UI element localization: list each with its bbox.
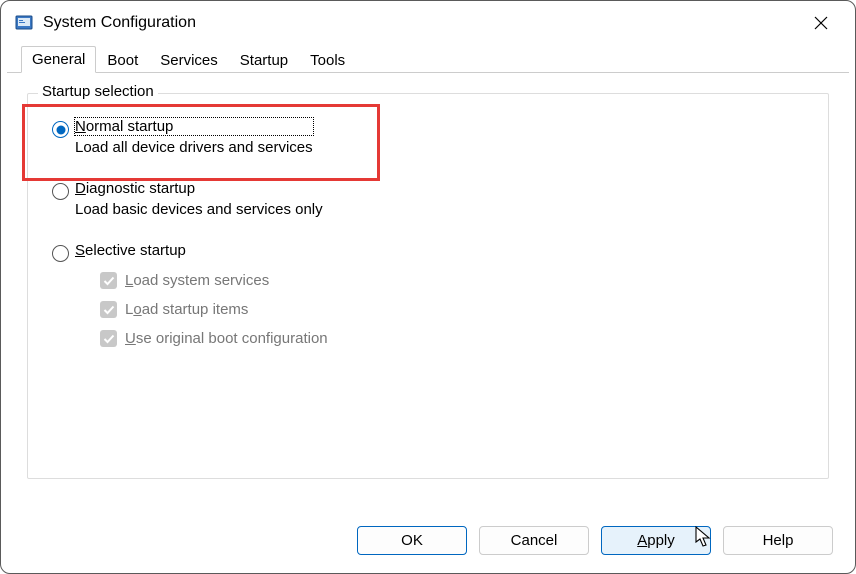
radio-label-diagnostic: Diagnostic startup — [75, 180, 323, 197]
titlebar: System Configuration — [1, 1, 855, 45]
close-button[interactable] — [801, 3, 841, 43]
tab-tools[interactable]: Tools — [299, 47, 356, 73]
startup-selection-group: Startup selection Normal startup Load al… — [27, 93, 829, 479]
checkbox-load-system-services: Load system services — [100, 272, 808, 289]
radio-icon — [52, 183, 69, 200]
close-icon — [814, 16, 828, 30]
radio-label-group: Diagnostic startup Load basic devices an… — [75, 180, 323, 218]
radio-diagnostic-startup[interactable]: Diagnostic startup Load basic devices an… — [48, 180, 808, 218]
tab-boot[interactable]: Boot — [96, 47, 149, 73]
radio-icon — [52, 121, 69, 138]
tab-content: Startup selection Normal startup Load al… — [1, 73, 855, 516]
radio-desc-normal: Load all device drivers and services — [75, 139, 313, 156]
tab-general[interactable]: General — [21, 46, 96, 73]
tab-startup[interactable]: Startup — [229, 47, 299, 73]
tab-services[interactable]: Services — [149, 47, 229, 73]
checkbox-use-original-boot-config: Use original boot configuration — [100, 330, 808, 347]
radio-label-normal: Normal startup — [75, 118, 313, 135]
window-title: System Configuration — [43, 14, 801, 32]
checkbox-icon — [100, 301, 117, 318]
selective-options: Load system services Load startup items … — [100, 272, 808, 347]
app-icon — [15, 14, 33, 32]
radio-icon — [52, 245, 69, 262]
group-label: Startup selection — [38, 83, 158, 100]
radio-label-selective: Selective startup — [75, 242, 186, 259]
checkbox-label: Load startup items — [125, 301, 248, 318]
radio-label-group: Normal startup Load all device drivers a… — [75, 118, 313, 156]
cancel-button[interactable]: Cancel — [479, 526, 589, 555]
ok-button[interactable]: OK — [357, 526, 467, 555]
tab-strip: General Boot Services Startup Tools — [7, 45, 849, 73]
radio-label-group: Selective startup — [75, 242, 186, 259]
checkbox-label: Load system services — [125, 272, 269, 289]
checkbox-icon — [100, 272, 117, 289]
apply-button[interactable]: Apply — [601, 526, 711, 555]
checkbox-load-startup-items: Load startup items — [100, 301, 808, 318]
radio-normal-startup[interactable]: Normal startup Load all device drivers a… — [48, 118, 808, 156]
checkbox-icon — [100, 330, 117, 347]
msconfig-window: System Configuration General Boot Servic… — [0, 0, 856, 574]
help-button[interactable]: Help — [723, 526, 833, 555]
radio-desc-diagnostic: Load basic devices and services only — [75, 201, 323, 218]
checkbox-label: Use original boot configuration — [125, 330, 328, 347]
radio-selective-startup[interactable]: Selective startup — [48, 242, 808, 262]
dialog-buttons: OK Cancel Apply Help — [1, 516, 855, 573]
